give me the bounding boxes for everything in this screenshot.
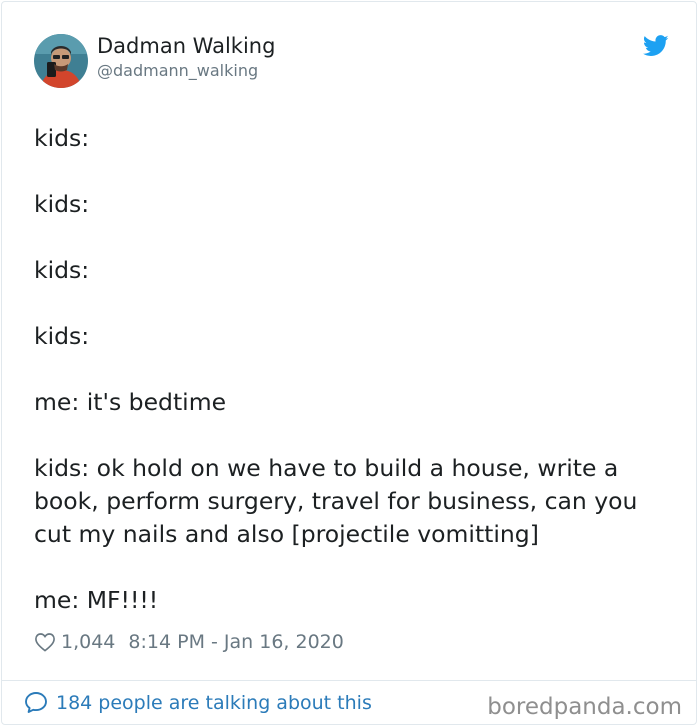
speech-bubble-icon — [25, 692, 47, 713]
tweet-meta: 1,044 8:14 PM - Jan 16, 2020 — [34, 629, 344, 655]
conversation-label: 184 people are talking about this — [56, 691, 372, 714]
tweet-line: me: it's bedtime — [34, 388, 227, 416]
tweet-line: kids: — [34, 322, 90, 350]
tweet-card: Dadman Walking @dadmann_walking kids: ki… — [1, 1, 697, 725]
author-handle[interactable]: @dadmann_walking — [97, 61, 258, 80]
tweet-line: kids: ok hold on we have to build a hous… — [34, 454, 638, 548]
conversation-link[interactable]: 184 people are talking about this — [24, 691, 372, 714]
divider — [2, 680, 696, 681]
tweet-line: me: MF!!!! — [34, 586, 159, 614]
watermark: boredpanda.com — [487, 694, 682, 720]
tweet-text: kids: kids: kids: kids: me: it's bedtime… — [34, 122, 674, 650]
tweet-line: kids: — [34, 256, 90, 284]
twitter-bird-icon[interactable] — [643, 35, 669, 57]
heart-icon[interactable] — [34, 632, 56, 652]
avatar[interactable] — [34, 34, 88, 88]
tweet-line: kids: — [34, 190, 90, 218]
tweet-line: kids: — [34, 124, 90, 152]
like-count[interactable]: 1,044 — [61, 631, 115, 653]
author-name[interactable]: Dadman Walking — [97, 34, 275, 58]
avatar-image — [34, 34, 88, 88]
tweet-timestamp[interactable]: 8:14 PM - Jan 16, 2020 — [128, 631, 343, 653]
